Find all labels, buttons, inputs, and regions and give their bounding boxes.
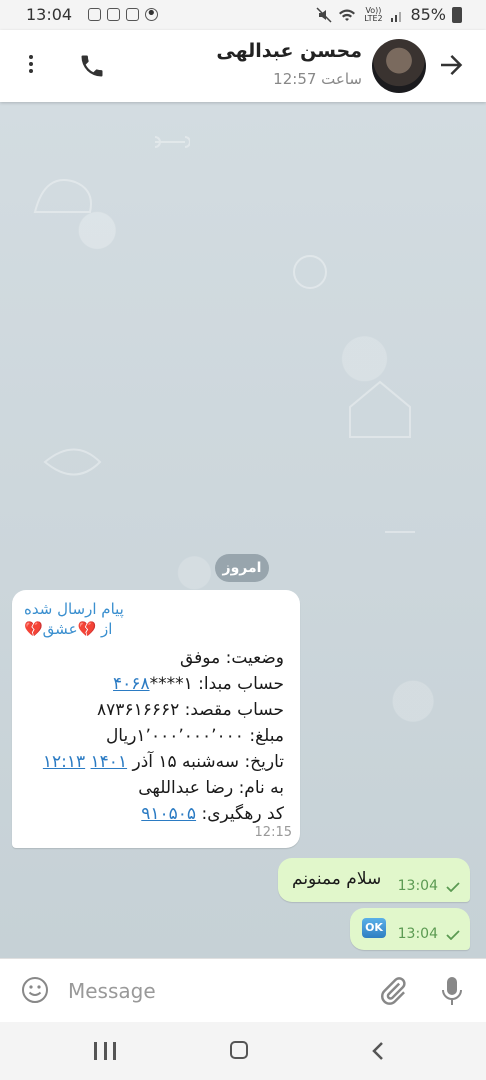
chat-header: محسن عبدالهی ساعت 12:57 xyxy=(0,30,486,102)
network-label: Vo)) LTE2 xyxy=(364,5,383,23)
last-seen-status: ساعت 12:57 xyxy=(273,70,362,88)
message-time: 13:04 xyxy=(397,878,438,894)
amount-line: مبلغ: ۱٬۰۰۰٬۰۰۰٬۰۰۰ریال xyxy=(105,726,284,746)
more-vertical-icon xyxy=(29,55,33,59)
tracking-line: کد رهگیری: ۹۱۰۵۰۵ xyxy=(141,804,284,824)
home-button[interactable] xyxy=(230,1041,248,1059)
attach-button[interactable] xyxy=(378,975,408,1007)
cat-doodle-icon xyxy=(33,179,92,213)
tracking-code-link[interactable]: ۹۱۰۵۰۵ xyxy=(141,804,196,824)
more-notifications-dot-icon: • xyxy=(146,3,157,24)
call-button[interactable] xyxy=(78,52,106,80)
doghouse-doodle-icon xyxy=(349,380,411,438)
back-button[interactable] xyxy=(436,50,466,80)
contact-avatar[interactable] xyxy=(372,39,426,93)
message-time: 13:04 xyxy=(397,926,438,942)
mute-icon xyxy=(316,6,332,23)
date-year-link[interactable]: ۱۴۰۱ xyxy=(91,752,128,772)
more-options-button[interactable] xyxy=(22,52,40,80)
ok-emoji-icon: OK xyxy=(362,918,386,938)
wifi-icon xyxy=(339,9,356,21)
source-account-line: حساب مبدا: ۱****۴۰۶۸ xyxy=(113,674,284,694)
date-time-link[interactable]: ۱۲:۱۳ xyxy=(43,752,85,772)
forwarded-label: پیام ارسال شده xyxy=(24,600,124,618)
sent-check-icon xyxy=(446,882,460,892)
sent-check-icon xyxy=(446,930,460,940)
contact-name[interactable]: محسن عبدالهی xyxy=(216,40,362,62)
forwarded-from-name: 💔عشق💔 xyxy=(24,620,97,638)
system-navigation-bar xyxy=(0,1022,486,1080)
bone-doodle-icon xyxy=(385,531,415,533)
recent-apps-button[interactable] xyxy=(94,1042,116,1060)
emoji-button[interactable] xyxy=(20,975,50,1005)
voice-record-button[interactable] xyxy=(440,975,464,1007)
smiley-icon xyxy=(22,977,48,1003)
recents-icon xyxy=(94,1042,97,1060)
image-notification-icon xyxy=(126,8,139,21)
message-notification-icon xyxy=(107,8,120,21)
date-line: تاریخ: سه‌شنبه ۱۵ آذر ۱۴۰۱ ۱۲:۱۳ xyxy=(42,752,284,772)
chat-area[interactable]: امروز پیام ارسال شده از 💔عشق💔 وضعیت: موف… xyxy=(0,102,486,958)
ball-doodle-icon xyxy=(293,255,327,289)
gallery-notification-icon xyxy=(88,8,101,21)
message-composer xyxy=(0,958,486,1023)
name-line: به نام: رضا عبداللهی xyxy=(138,778,284,798)
outgoing-message-text: سلام ممنونم xyxy=(292,869,382,889)
microphone-icon xyxy=(442,977,462,1005)
system-back-button[interactable] xyxy=(368,1040,388,1062)
signal-icon xyxy=(391,11,402,22)
chevron-left-icon xyxy=(372,1042,383,1060)
fish-doodle-icon xyxy=(43,448,102,476)
message-time: 12:15 xyxy=(254,825,292,840)
status-line: وضعیت: موفق xyxy=(180,648,284,668)
arrow-right-icon xyxy=(441,55,463,75)
outgoing-message-bubble[interactable]: سلام ممنونم 13:04 xyxy=(278,858,470,902)
dest-account-line: حساب مقصد: ۸۷۳۶۱۶۶۶۲ xyxy=(97,700,284,720)
source-account-link[interactable]: ۴۰۶۸ xyxy=(113,674,150,694)
battery-icon xyxy=(452,6,462,23)
status-time: 13:04 xyxy=(26,5,73,24)
system-icons: Vo)) LTE2 85% xyxy=(316,5,462,24)
bone-doodle-icon xyxy=(154,136,190,148)
forwarded-from[interactable]: از 💔عشق💔 xyxy=(24,620,112,638)
incoming-message-bubble[interactable]: پیام ارسال شده از 💔عشق💔 وضعیت: موفق حساب… xyxy=(12,590,300,848)
date-separator: امروز xyxy=(215,554,269,582)
outgoing-message-bubble[interactable]: OK 13:04 xyxy=(350,908,470,950)
paperclip-icon xyxy=(381,977,406,1005)
status-bar: 13:04 • Vo)) LTE2 85% xyxy=(0,0,486,30)
phone-icon xyxy=(81,55,103,77)
battery-percent: 85% xyxy=(410,5,446,24)
message-input[interactable] xyxy=(66,973,360,1009)
